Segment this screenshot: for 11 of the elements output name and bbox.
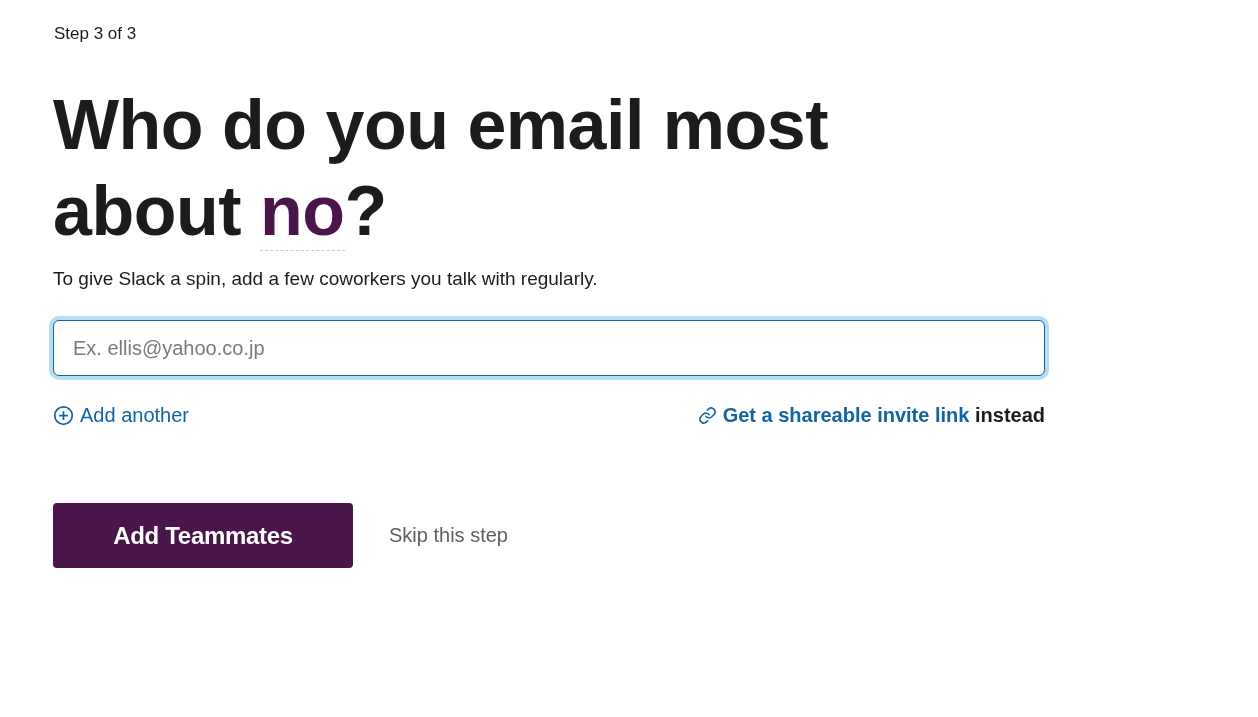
subtitle: To give Slack a spin, add a few coworkers you talk with regularly. bbox=[53, 268, 599, 290]
plus-circle-icon bbox=[53, 405, 74, 426]
page-heading: Who do you email most about no? bbox=[53, 85, 830, 253]
skip-link[interactable]: Skip this step bbox=[389, 524, 508, 547]
step-indicator: Step 3 of 3 bbox=[54, 24, 138, 44]
email-field[interactable]: Ex. ellis@yahoo.co.jp bbox=[53, 320, 1045, 376]
invite-text: Get a shareable invite link instead bbox=[722, 404, 1045, 427]
invite-link[interactable]: Get a shareable invite link bbox=[722, 404, 970, 426]
add-another-link[interactable]: Add another bbox=[53, 404, 189, 427]
link-icon bbox=[697, 406, 717, 425]
add-teammates-button[interactable]: Add Teammates bbox=[53, 503, 353, 568]
